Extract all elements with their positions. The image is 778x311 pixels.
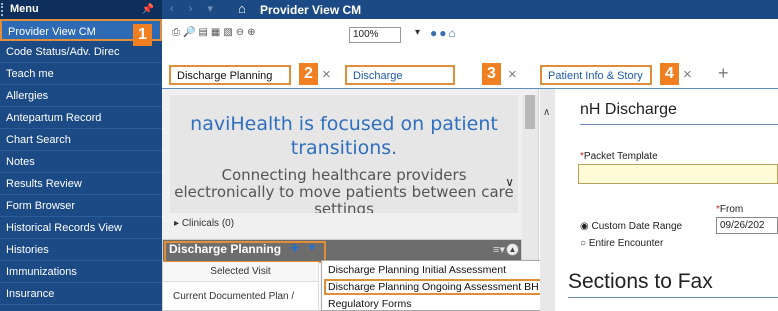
chevron-up-icon[interactable]: ∧	[543, 107, 550, 118]
tab-bar: Discharge Planning 2 × Discharge 3 × Pat…	[162, 59, 778, 89]
tab-discharge-planning[interactable]: Discharge Planning	[169, 65, 291, 85]
from-label: *From	[716, 204, 744, 215]
clinicals-section[interactable]: ▸ Clinicals (0)	[170, 215, 518, 232]
banner-headline: naviHealth is focused on patient transit…	[190, 113, 498, 159]
home-icon[interactable]: ⌂	[238, 1, 246, 16]
current-plan-label: Current Documented Plan /	[163, 282, 319, 311]
toolbar-action-icons[interactable]: ⎙🔎▤▦▧⊖⊕	[172, 27, 259, 38]
nav-circle-icons[interactable]: ●●⌂	[430, 26, 458, 40]
entire-encounter-radio[interactable]: ○ Entire Encounter	[580, 238, 663, 249]
menu-title: Menu	[10, 3, 39, 15]
zoom-dropdown-icon[interactable]: ▾	[415, 27, 420, 38]
tab-discharge[interactable]: Discharge	[345, 65, 455, 85]
sidebar-item-historical-records[interactable]: Historical Records View	[0, 217, 162, 239]
packet-template-input[interactable]	[578, 164, 778, 184]
add-tab-icon[interactable]: +	[718, 63, 729, 84]
callout-badge-4: 4	[660, 63, 679, 85]
sidebar: Menu 📌 Provider View CM Code Status/Adv.…	[0, 0, 162, 311]
from-date-input[interactable]: 09/26/202	[716, 217, 778, 234]
grip-icon	[1, 3, 3, 16]
toolbar: ⎙🔎▤▦▧⊖⊕ 100% ▾ ●●⌂	[162, 19, 778, 59]
scroll-thumb[interactable]	[525, 95, 535, 129]
right-pane: ∧ nH Discharge *Packet Template *From ◉ …	[540, 89, 778, 311]
sidebar-item-immunizations[interactable]: Immunizations	[0, 261, 162, 283]
menu-header: Menu 📌	[0, 0, 162, 19]
close-icon[interactable]: ×	[508, 66, 517, 83]
tab-patient-info-story[interactable]: Patient Info & Story	[540, 65, 652, 85]
discharge-forms-menu: Discharge Planning Initial Assessment Di…	[321, 260, 551, 311]
nh-discharge-title: nH Discharge	[580, 101, 677, 118]
expand-icon[interactable]: ▸	[174, 218, 179, 229]
back-forward-icons[interactable]: ‹ › ▾	[170, 2, 219, 15]
menu-item-initial-assessment[interactable]: Discharge Planning Initial Assessment	[326, 262, 506, 278]
right-scrollbar[interactable]: ∧	[540, 89, 555, 311]
panel-title-highlight	[164, 241, 326, 263]
menu-item-regulatory-forms[interactable]: Regulatory Forms	[326, 296, 411, 311]
sidebar-item-antepartum-record[interactable]: Antepartum Record	[0, 107, 162, 129]
sidebar-item-insurance[interactable]: Insurance	[0, 283, 162, 305]
clinicals-label: Clinicals (0)	[181, 218, 235, 229]
selected-visit-label: Selected Visit	[163, 262, 319, 282]
divider	[580, 124, 778, 125]
sidebar-item-results-review[interactable]: Results Review	[0, 173, 162, 195]
sidebar-item-allergies[interactable]: Allergies	[0, 85, 162, 107]
radio-empty-icon[interactable]: ○	[580, 238, 586, 249]
top-bar: ‹ › ▾ ⌂ Provider View CM	[162, 0, 778, 19]
menu-icon[interactable]: ≡▾	[493, 243, 505, 256]
sidebar-item-chart-search[interactable]: Chart Search	[0, 129, 162, 151]
zoom-select[interactable]: 100%	[349, 27, 401, 43]
callout-badge-2: 2	[299, 63, 318, 85]
callout-badge-3: 3	[482, 63, 501, 85]
chevron-down-icon[interactable]: ∨	[505, 175, 514, 189]
sections-to-fax-title: Sections to Fax	[568, 270, 713, 293]
radio-selected-icon[interactable]: ◉	[580, 221, 589, 232]
sidebar-item-notes[interactable]: Notes	[0, 151, 162, 173]
sidebar-item-teach-me[interactable]: Teach me	[0, 63, 162, 85]
navihealth-banner: naviHealth is focused on patient transit…	[170, 95, 518, 213]
close-icon[interactable]: ×	[683, 66, 692, 83]
sidebar-item-histories[interactable]: Histories	[0, 239, 162, 261]
close-icon[interactable]: ×	[322, 66, 331, 83]
custom-date-range-radio[interactable]: ◉ Custom Date Range	[580, 221, 682, 232]
pin-icon[interactable]: 📌	[142, 0, 154, 19]
packet-template-label: *Packet Template	[580, 151, 658, 162]
callout-badge-1: 1	[133, 24, 152, 46]
divider	[568, 297, 778, 298]
sidebar-item-form-browser[interactable]: Form Browser	[0, 195, 162, 217]
banner-subtext: Connecting healthcare providers electron…	[174, 166, 514, 214]
page-title: Provider View CM	[260, 3, 362, 17]
collapse-icon[interactable]: ▲	[506, 243, 519, 256]
menu-item-ongoing-assessment-bh[interactable]: Discharge Planning Ongoing Assessment BH	[324, 279, 545, 295]
